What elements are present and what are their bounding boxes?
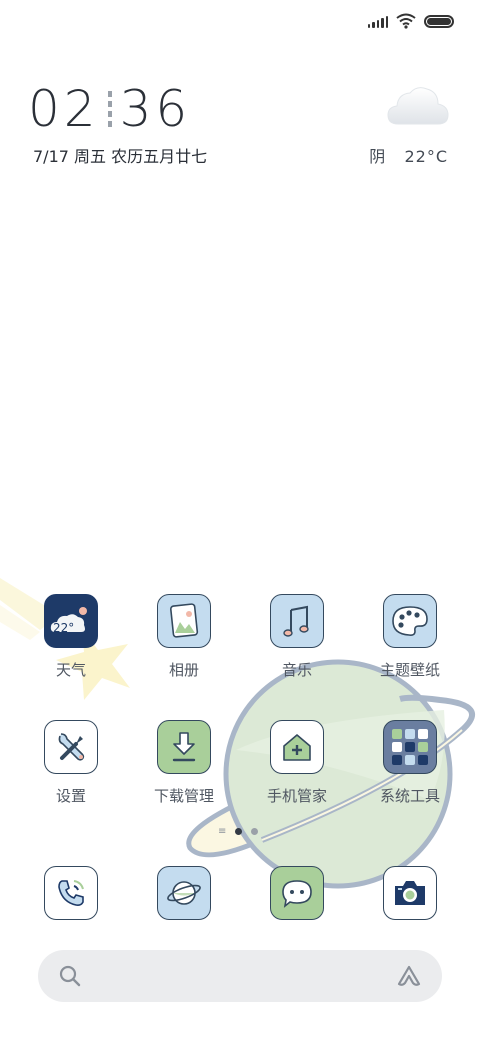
signal-icon (367, 14, 388, 28)
clock-separator (107, 91, 112, 127)
battery-icon (424, 14, 454, 28)
app-label: 设置 (55, 787, 86, 805)
search-bar[interactable] (38, 950, 442, 1002)
message-icon (270, 866, 324, 920)
cloud-icon[interactable] (386, 82, 450, 128)
app-gallery[interactable]: 相册 (134, 594, 234, 680)
page-menu-icon[interactable]: ≡ (218, 826, 226, 837)
folder-icon (383, 720, 437, 774)
search-icon[interactable] (58, 964, 82, 988)
weather-app-temp: 22° (53, 621, 74, 635)
app-label: 相册 (168, 661, 199, 679)
tools-icon (44, 720, 98, 774)
clock-hours: 02 (28, 80, 100, 138)
app-label: 天气 (55, 661, 86, 679)
page-dot-active[interactable] (235, 828, 243, 835)
app-label: 主题壁纸 (379, 661, 440, 679)
app-label: 系统工具 (379, 787, 440, 805)
app-settings[interactable]: 设置 (21, 720, 121, 806)
home-plus-icon (270, 720, 324, 774)
phone-icon (44, 866, 98, 920)
app-music[interactable]: 音乐 (247, 594, 347, 680)
date-line[interactable]: 7/17 周五 农历五月廿七 (33, 143, 207, 167)
assistant-icon[interactable] (396, 964, 422, 988)
page-dot[interactable] (251, 828, 259, 835)
gallery-icon (157, 594, 211, 648)
weather-app-icon: 22° (44, 594, 98, 648)
app-system-tools[interactable]: 系统工具 (360, 720, 460, 806)
dock-camera[interactable] (360, 866, 460, 920)
dock-browser[interactable] (134, 866, 234, 920)
wifi-icon (396, 13, 416, 29)
browser-planet-icon (157, 866, 211, 920)
dock-messages[interactable] (247, 866, 347, 920)
page-indicator[interactable]: ≡ (218, 826, 259, 837)
weather-temperature: 22°C (404, 147, 448, 166)
app-themes[interactable]: 主题壁纸 (360, 594, 460, 680)
weather-condition: 阴 (369, 147, 387, 166)
app-label: 手机管家 (266, 787, 327, 805)
app-downloads[interactable]: 下载管理 (134, 720, 234, 806)
download-icon (157, 720, 211, 774)
dock-phone[interactable] (21, 866, 121, 920)
status-bar (367, 10, 454, 32)
clock-widget[interactable]: 02 36 (28, 80, 191, 138)
app-phone-manager[interactable]: 手机管家 (247, 720, 347, 806)
music-icon (270, 594, 324, 648)
clock-minutes: 36 (119, 80, 192, 138)
app-label: 下载管理 (153, 787, 214, 805)
palette-icon (383, 594, 437, 648)
weather-summary[interactable]: 阴 22°C (369, 143, 448, 167)
app-weather[interactable]: 22° 天气 (21, 594, 121, 680)
app-label: 音乐 (281, 661, 312, 679)
camera-icon (383, 866, 437, 920)
